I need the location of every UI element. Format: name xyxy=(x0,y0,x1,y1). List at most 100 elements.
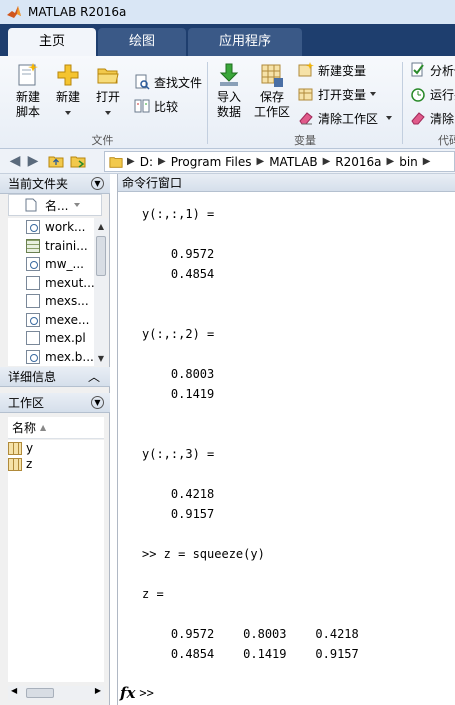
sort-arrow-icon xyxy=(74,203,81,207)
analyze-code-button[interactable]: 分析代 xyxy=(410,60,455,80)
save-workspace-label: 保存 工作区 xyxy=(253,90,290,119)
workspace-name-header[interactable]: 名称 ▲ xyxy=(8,417,104,439)
file-name: mexut... xyxy=(45,275,94,290)
collapse-chevron-icon[interactable]: ︿ xyxy=(88,368,100,385)
clear-workspace-label: 清除工作区 xyxy=(318,111,379,126)
new-script-icon xyxy=(18,63,38,86)
new-variable-button[interactable]: 新建变量 xyxy=(298,60,366,80)
file-name: traini... xyxy=(45,238,88,253)
output-line: 0.4854 xyxy=(142,267,215,281)
scroll-up-icon[interactable]: ▲ xyxy=(96,222,106,232)
gear-file-icon xyxy=(26,349,40,364)
window-title: MATLAB R2016a xyxy=(28,5,127,19)
breadcrumb-separator-icon: ▶ xyxy=(256,156,265,167)
scroll-left-icon[interactable]: ◀ xyxy=(11,686,17,695)
analyze-label: 分析代 xyxy=(430,63,455,78)
sort-ascending-icon: ▲ xyxy=(40,423,47,432)
command-prompt-row[interactable]: fx >> xyxy=(118,682,455,704)
breadcrumb-release[interactable]: R2016a xyxy=(330,155,386,169)
new-label: 新建 xyxy=(55,90,80,104)
open-dropdown-icon xyxy=(105,110,111,115)
function-browser-icon[interactable]: fx xyxy=(120,684,135,702)
file-list-scrollbar[interactable]: ▲ ▼ xyxy=(94,218,108,366)
details-header[interactable]: 详细信息 ︿ xyxy=(0,367,110,387)
breadcrumb-drive[interactable]: D: xyxy=(135,155,158,169)
scrollbar-thumb[interactable] xyxy=(26,688,54,698)
file-column-header[interactable]: 名... xyxy=(8,194,102,216)
list-item[interactable]: mex.pl xyxy=(8,329,94,348)
workspace-title: 工作区 xyxy=(8,396,45,410)
new-dropdown-icon xyxy=(65,110,71,115)
import-data-icon xyxy=(219,63,239,86)
new-button[interactable]: 新建 xyxy=(52,62,84,120)
list-item[interactable]: traini... xyxy=(8,237,94,256)
breadcrumb-program-files[interactable]: Program Files xyxy=(166,155,257,169)
workspace-horizontal-scrollbar[interactable]: ◀ ▶ xyxy=(8,686,104,700)
workspace-variable-list: y z xyxy=(8,440,104,682)
forward-arrow-icon[interactable]: ▶ xyxy=(24,152,42,170)
breadcrumb-matlab[interactable]: MATLAB xyxy=(264,155,322,169)
back-arrow-icon[interactable]: ◀ xyxy=(6,152,24,170)
open-button[interactable]: 打开 xyxy=(92,62,124,120)
save-workspace-button[interactable]: 保存 工作区 xyxy=(252,62,292,120)
tab-apps[interactable]: 应用程序 xyxy=(188,28,302,56)
new-script-button[interactable]: 新建 脚本 xyxy=(8,62,48,120)
file-icon xyxy=(26,294,40,309)
command-line: >> z = squeeze(y) xyxy=(142,547,265,561)
panel-actions-icon[interactable]: ▼ xyxy=(91,396,104,409)
new-plus-icon xyxy=(57,64,79,86)
list-item[interactable]: work... xyxy=(8,218,94,237)
find-files-label: 查找文件 xyxy=(154,75,203,90)
list-item[interactable]: mexe... xyxy=(8,311,94,330)
find-files-button[interactable]: 查找文件 xyxy=(134,72,202,92)
list-item[interactable]: mw_... xyxy=(8,255,94,274)
output-line: 0.9572 0.8003 0.4218 xyxy=(142,627,359,641)
clear-workspace-dropdown-icon xyxy=(386,116,393,120)
import-data-button[interactable]: 导入 数据 xyxy=(212,62,246,120)
tab-home[interactable]: 主页 xyxy=(8,28,96,56)
save-workspace-icon xyxy=(261,64,283,87)
address-bar: ◀ ▶ ▶ D: ▶ Program Files ▶ MATLAB ▶ R201… xyxy=(0,149,455,174)
table-row[interactable]: z xyxy=(8,456,104,472)
current-path-field[interactable]: ▶ D: ▶ Program Files ▶ MATLAB ▶ R2016a ▶… xyxy=(104,151,455,172)
clear-workspace-button[interactable]: 清除工作区 xyxy=(298,108,393,128)
current-folder-header: 当前文件夹 ▼ xyxy=(0,174,110,194)
run-and-time-button[interactable]: 运行并 xyxy=(410,84,455,104)
new-variable-label: 新建变量 xyxy=(318,63,367,78)
gear-file-icon xyxy=(26,220,40,235)
file-icon xyxy=(26,331,40,346)
scroll-right-icon[interactable]: ▶ xyxy=(95,686,101,695)
breadcrumb-bin[interactable]: bin xyxy=(394,155,423,169)
table-row[interactable]: y xyxy=(8,440,104,456)
command-window-title: 命令行窗口 xyxy=(118,174,455,192)
browse-folder-icon[interactable] xyxy=(70,153,86,169)
open-variable-button[interactable]: 打开变量 xyxy=(298,84,377,104)
gear-file-icon xyxy=(26,257,40,272)
run-time-icon xyxy=(411,88,425,102)
eraser-icon xyxy=(299,112,313,125)
group-divider xyxy=(207,62,208,144)
compare-button[interactable]: 比较 xyxy=(134,96,178,116)
panel-actions-icon[interactable]: ▼ xyxy=(91,177,104,190)
clear-label: 清除 xyxy=(430,111,455,126)
up-folder-icon[interactable] xyxy=(48,153,64,169)
variable-name: z xyxy=(26,457,33,471)
command-window[interactable]: 命令行窗口 y(:,:,1) = 0.9572 0.4854 y(:,:,2) … xyxy=(117,174,455,705)
ribbon-body: 新建 脚本 新建 打开 查找文件 比较 文件 导入 数据 保存 工作区 新建变量… xyxy=(0,56,455,149)
compare-icon xyxy=(134,99,150,113)
scrollbar-thumb[interactable] xyxy=(96,236,106,276)
list-item[interactable]: mexs... xyxy=(8,292,94,311)
breadcrumb-separator-icon: ▶ xyxy=(386,156,395,167)
workspace-header: 工作区 ▼ xyxy=(0,393,110,413)
clear-commands-button[interactable]: 清除 xyxy=(410,108,454,128)
group-divider xyxy=(402,62,403,144)
tab-plots[interactable]: 绘图 xyxy=(98,28,186,56)
scroll-down-icon[interactable]: ▼ xyxy=(96,354,106,364)
variable-group-label: 变量 xyxy=(294,134,316,147)
matlab-logo-icon xyxy=(7,6,21,18)
left-panel: 当前文件夹 ▼ 名... work... traini... mw_... me… xyxy=(0,174,110,705)
list-item[interactable]: mexut... xyxy=(8,274,94,293)
list-item[interactable]: mex.b... xyxy=(8,348,94,367)
variable-array-icon xyxy=(8,441,22,455)
output-line: y(:,:,2) = xyxy=(142,327,215,341)
